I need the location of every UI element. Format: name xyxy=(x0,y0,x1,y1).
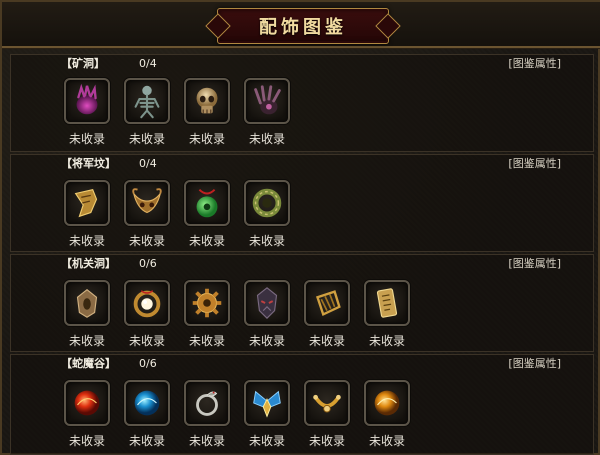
section-serpent-valley: 【蛇魔谷】 0/6 [图鉴属性] 未收录 未收录 未收录 未收录 未收录 未收录 xyxy=(10,354,594,455)
accessory-slot[interactable] xyxy=(64,380,110,426)
section-name: 【矿洞】 xyxy=(61,57,105,70)
blue-orb-icon xyxy=(134,390,160,416)
atlas-attributes-link[interactable]: [图鉴属性] xyxy=(508,155,561,173)
slot-status: 未收录 xyxy=(248,234,285,248)
section-count: 0/6 xyxy=(139,357,157,370)
demon-mask-icon xyxy=(256,287,278,320)
title-plate: 配饰图鉴 xyxy=(217,8,389,44)
slot-status: 未收录 xyxy=(68,234,105,248)
accessory-slot[interactable] xyxy=(64,280,110,326)
jade-pendant-icon xyxy=(196,188,218,218)
window-title: 配饰图鉴 xyxy=(259,17,347,38)
gear-icon xyxy=(192,288,222,318)
gold-gauntlet-icon xyxy=(315,290,341,317)
accessory-slot[interactable] xyxy=(364,380,410,426)
atlas-attributes-link[interactable]: [图鉴属性] xyxy=(508,55,561,73)
slot-status: 未收录 xyxy=(248,132,285,146)
accessory-slot[interactable] xyxy=(304,380,350,426)
bronze-amulet-icon xyxy=(76,288,98,318)
accessory-slot[interactable] xyxy=(184,180,230,226)
accessory-slot[interactable] xyxy=(124,180,170,226)
slot-status: 未收录 xyxy=(308,434,345,448)
purple-claw-icon xyxy=(76,83,98,115)
accessory-slot[interactable] xyxy=(184,78,230,124)
slot-status: 未收录 xyxy=(188,334,225,348)
gold-ribbon-icon xyxy=(74,189,98,218)
accessory-slot[interactable] xyxy=(64,78,110,124)
accessory-slot[interactable] xyxy=(244,180,290,226)
slot-status: 未收录 xyxy=(248,434,285,448)
dark-claw-icon xyxy=(254,85,281,115)
slot-status: 未收录 xyxy=(128,132,165,146)
section-count: 0/4 xyxy=(139,57,157,70)
atlas-window: 配饰图鉴 【矿洞】 0/4 [图鉴属性] 未收录 未收录 未收录 未收录 【将军… xyxy=(0,0,600,455)
horned-mask-icon xyxy=(132,188,162,214)
slot-status: 未收录 xyxy=(128,334,165,348)
section-count: 0/6 xyxy=(139,257,157,270)
accessory-slot[interactable] xyxy=(304,280,350,326)
section-count: 0/4 xyxy=(139,157,157,170)
accessory-slot[interactable] xyxy=(124,78,170,124)
skull-icon xyxy=(196,87,218,114)
pearl-ring-icon xyxy=(133,290,161,318)
skeleton-icon xyxy=(134,85,160,119)
red-orb-icon xyxy=(74,390,100,416)
section-general-tomb: 【将军坟】 0/4 [图鉴属性] 未收录 未收录 未收录 未收录 xyxy=(10,154,594,252)
gold-torque-icon xyxy=(313,394,341,413)
section-name: 【将军坟】 xyxy=(61,157,116,170)
accessory-slot[interactable] xyxy=(364,280,410,326)
winged-gem-icon xyxy=(253,390,281,418)
accessory-slot[interactable] xyxy=(124,380,170,426)
slot-status: 未收录 xyxy=(128,234,165,248)
slot-status: 未收录 xyxy=(68,334,105,348)
accessory-slot[interactable] xyxy=(184,280,230,326)
slot-status: 未收录 xyxy=(188,234,225,248)
serpent-ring-icon xyxy=(196,391,218,416)
title-bar: 配饰图鉴 xyxy=(2,2,600,48)
slot-status: 未收录 xyxy=(368,434,405,448)
section-name: 【机关洞】 xyxy=(61,257,116,270)
atlas-attributes-link[interactable]: [图鉴属性] xyxy=(508,255,561,273)
section-mechanism-cave: 【机关洞】 0/6 [图鉴属性] 未收录 未收录 未收录 未收录 未收录 未收录 xyxy=(10,254,594,352)
section-name: 【蛇魔谷】 xyxy=(61,357,116,370)
accessory-slot[interactable] xyxy=(244,78,290,124)
slot-status: 未收录 xyxy=(128,434,165,448)
slot-status: 未收录 xyxy=(68,434,105,448)
accessory-slot[interactable] xyxy=(64,180,110,226)
slot-status: 未收录 xyxy=(68,132,105,146)
slot-status: 未收录 xyxy=(368,334,405,348)
jade-ring-icon xyxy=(252,188,282,218)
accessory-slot[interactable] xyxy=(244,280,290,326)
accessory-slot[interactable] xyxy=(184,380,230,426)
accessory-slot[interactable] xyxy=(124,280,170,326)
slot-status: 未收录 xyxy=(188,132,225,146)
gold-tablet-icon xyxy=(376,288,398,318)
slot-status: 未收录 xyxy=(248,334,285,348)
atlas-attributes-link[interactable]: [图鉴属性] xyxy=(508,355,561,373)
amber-orb-icon xyxy=(374,390,400,416)
section-mine: 【矿洞】 0/4 [图鉴属性] 未收录 未收录 未收录 未收录 xyxy=(10,54,594,152)
slot-status: 未收录 xyxy=(188,434,225,448)
slot-status: 未收录 xyxy=(308,334,345,348)
accessory-slot[interactable] xyxy=(244,380,290,426)
